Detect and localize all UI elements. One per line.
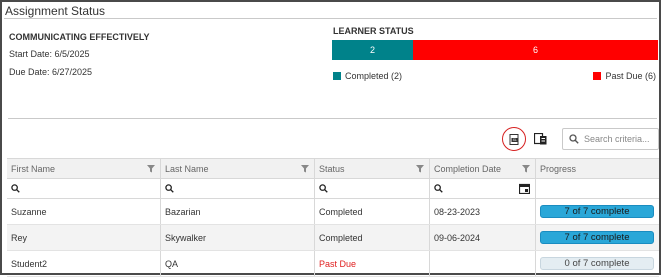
progress-bar: 0 of 7 complete xyxy=(540,257,654,270)
search-icon xyxy=(434,184,443,193)
divider xyxy=(4,18,657,19)
search-box[interactable] xyxy=(562,128,659,150)
legend-past-due-label: Past Due (6) xyxy=(605,71,656,81)
search-icon xyxy=(11,184,20,193)
search-icon xyxy=(319,184,328,193)
search-icon xyxy=(165,184,174,193)
course-name: COMMUNICATING EFFECTIVELY xyxy=(9,32,150,42)
learner-status-bar: 2 6 xyxy=(332,40,658,60)
status-cell: Completed xyxy=(315,199,430,224)
column-chooser-button[interactable] xyxy=(533,132,547,146)
filter-icon[interactable] xyxy=(522,165,530,173)
learners-grid: First Name Last Name Status Completion D… xyxy=(7,158,659,277)
calendar-icon[interactable] xyxy=(519,183,530,194)
start-date: Start Date: 6/5/2025 xyxy=(9,49,90,59)
past-due-swatch xyxy=(593,72,602,80)
learner-status-title: LEARNER STATUS xyxy=(333,26,414,36)
legend-completed[interactable]: Completed (2) xyxy=(333,71,402,81)
search-input[interactable] xyxy=(584,134,658,144)
status-cell: Completed xyxy=(315,225,430,250)
completion-date-cell xyxy=(430,251,536,276)
column-chooser-icon xyxy=(533,133,546,145)
legend-past-due[interactable]: Past Due (6) xyxy=(593,71,656,81)
table-row[interactable]: Student2 QA Past Due 0 of 7 complete xyxy=(7,251,659,277)
last-name-cell: Skywalker xyxy=(161,225,315,250)
filter-cell-progress xyxy=(536,179,659,198)
grid-filter-row xyxy=(7,179,659,199)
progress-bar: 7 of 7 complete xyxy=(540,231,654,244)
column-header-first-name[interactable]: First Name xyxy=(7,159,161,178)
column-header-label: Completion Date xyxy=(434,163,502,174)
filter-cell-status[interactable] xyxy=(315,179,430,198)
filter-icon[interactable] xyxy=(416,165,424,173)
filter-cell-completion-date[interactable] xyxy=(430,179,536,198)
column-header-label: First Name xyxy=(11,163,56,174)
panel-title: Assignment Status xyxy=(5,4,106,18)
filter-icon[interactable] xyxy=(301,165,309,173)
column-header-label: Last Name xyxy=(165,163,209,174)
first-name-cell: Rey xyxy=(7,225,161,250)
filter-icon[interactable] xyxy=(147,165,155,173)
column-header-status[interactable]: Status xyxy=(315,159,430,178)
table-row[interactable]: Rey Skywalker Completed 09-06-2024 7 of … xyxy=(7,225,659,251)
grid-header-row: First Name Last Name Status Completion D… xyxy=(7,158,659,179)
svg-text:XL: XL xyxy=(512,138,516,142)
column-header-label: Progress xyxy=(540,163,577,174)
due-date: Due Date: 6/27/2025 xyxy=(9,67,93,77)
column-header-completion-date[interactable]: Completion Date xyxy=(430,159,536,178)
export-excel-icon: XL xyxy=(509,133,518,145)
column-header-label: Status xyxy=(319,163,345,174)
column-header-progress[interactable]: Progress xyxy=(536,159,659,178)
progress-cell: 0 of 7 complete xyxy=(536,251,659,276)
first-name-cell: Student2 xyxy=(7,251,161,276)
first-name-cell: Suzanne xyxy=(7,199,161,224)
completed-swatch xyxy=(333,72,341,80)
filter-cell-first-name[interactable] xyxy=(7,179,161,198)
filter-cell-last-name[interactable] xyxy=(161,179,315,198)
progress-cell: 7 of 7 complete xyxy=(536,199,659,224)
assignment-status-panel: Assignment Status COMMUNICATING EFFECTIV… xyxy=(0,0,661,277)
column-header-last-name[interactable]: Last Name xyxy=(161,159,315,178)
progress-bar: 7 of 7 complete xyxy=(540,205,654,218)
last-name-cell: Bazarian xyxy=(161,199,315,224)
past-due-segment[interactable]: 6 xyxy=(413,40,658,60)
progress-cell: 7 of 7 complete xyxy=(536,225,659,250)
last-name-cell: QA xyxy=(161,251,315,276)
completion-date-cell: 09-06-2024 xyxy=(430,225,536,250)
search-icon xyxy=(569,134,579,144)
export-excel-button[interactable]: XL xyxy=(502,127,526,151)
legend-completed-label: Completed (2) xyxy=(345,71,403,81)
table-row[interactable]: Suzanne Bazarian Completed 08-23-2023 7 … xyxy=(7,199,659,225)
divider xyxy=(8,118,657,119)
status-cell: Past Due xyxy=(315,251,430,276)
completed-segment[interactable]: 2 xyxy=(332,40,413,60)
completion-date-cell: 08-23-2023 xyxy=(430,199,536,224)
